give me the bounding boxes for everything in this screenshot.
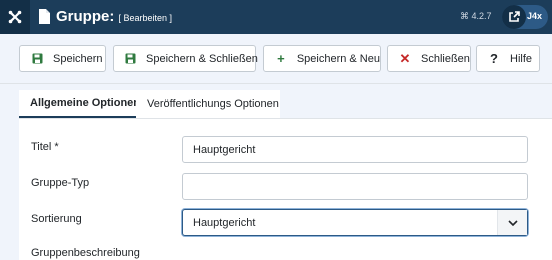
plus-icon: + xyxy=(277,51,285,66)
external-link-icon[interactable] xyxy=(502,5,526,29)
close-button-label: Schließen xyxy=(421,52,470,65)
close-button[interactable]: ✕ Schließen xyxy=(387,45,471,72)
save-close-button[interactable]: Speichern & Schließen xyxy=(113,45,258,72)
title-input-value: Hauptgericht xyxy=(193,143,256,156)
j4x-badge-label: J4x xyxy=(527,11,543,21)
floppy-disk-icon xyxy=(125,53,136,65)
chevron-down-icon xyxy=(497,210,527,235)
group-description-label: Gruppenbeschreibung xyxy=(31,247,140,259)
save-new-button[interactable]: + Speichern & Neu xyxy=(263,45,381,72)
tab-general-options[interactable]: Allgemeine Optionen xyxy=(19,90,140,118)
save-button-label: Speichern xyxy=(53,52,103,65)
ordering-label: Sortierung xyxy=(31,213,82,225)
save-button[interactable]: Speichern xyxy=(19,45,106,72)
save-new-button-label: Speichern & Neu xyxy=(296,52,380,65)
title-input[interactable]: Hauptgericht xyxy=(182,136,528,163)
times-icon: ✕ xyxy=(399,50,411,66)
toolbar: Speichern Speichern & Schließen + Speich… xyxy=(0,34,552,84)
help-button-label: Hilfe xyxy=(510,52,533,65)
ordering-select[interactable]: Hauptgericht xyxy=(182,209,528,236)
joomla-logo-icon[interactable] xyxy=(0,0,30,34)
help-button[interactable]: ? Hilfe xyxy=(476,45,540,72)
file-icon xyxy=(39,9,50,24)
page-title: Gruppe: [ Bearbeiten ] xyxy=(56,8,172,25)
group-type-label: Gruppe-Typ xyxy=(31,177,90,189)
app-header: Gruppe: [ Bearbeiten ] ⌘ 4.2.7 J4x xyxy=(0,0,552,34)
question-icon: ? xyxy=(490,51,498,66)
page-title-suffix: [ Bearbeiten ] xyxy=(118,13,173,23)
floppy-disk-icon xyxy=(31,53,43,65)
version-label: ⌘ 4.2.7 xyxy=(460,11,492,21)
save-close-button-label: Speichern & Schließen xyxy=(146,52,258,65)
tab-publishing-options[interactable]: Veröffentlichungs Optionen xyxy=(136,90,280,118)
ordering-select-value: Hauptgericht xyxy=(193,216,256,229)
page-title-text: Gruppe: xyxy=(56,8,115,25)
title-label: Titel * xyxy=(31,141,59,153)
form-panel: Titel * Hauptgericht Gruppe-Typ Sortieru… xyxy=(19,118,552,260)
group-type-input[interactable] xyxy=(182,173,528,200)
